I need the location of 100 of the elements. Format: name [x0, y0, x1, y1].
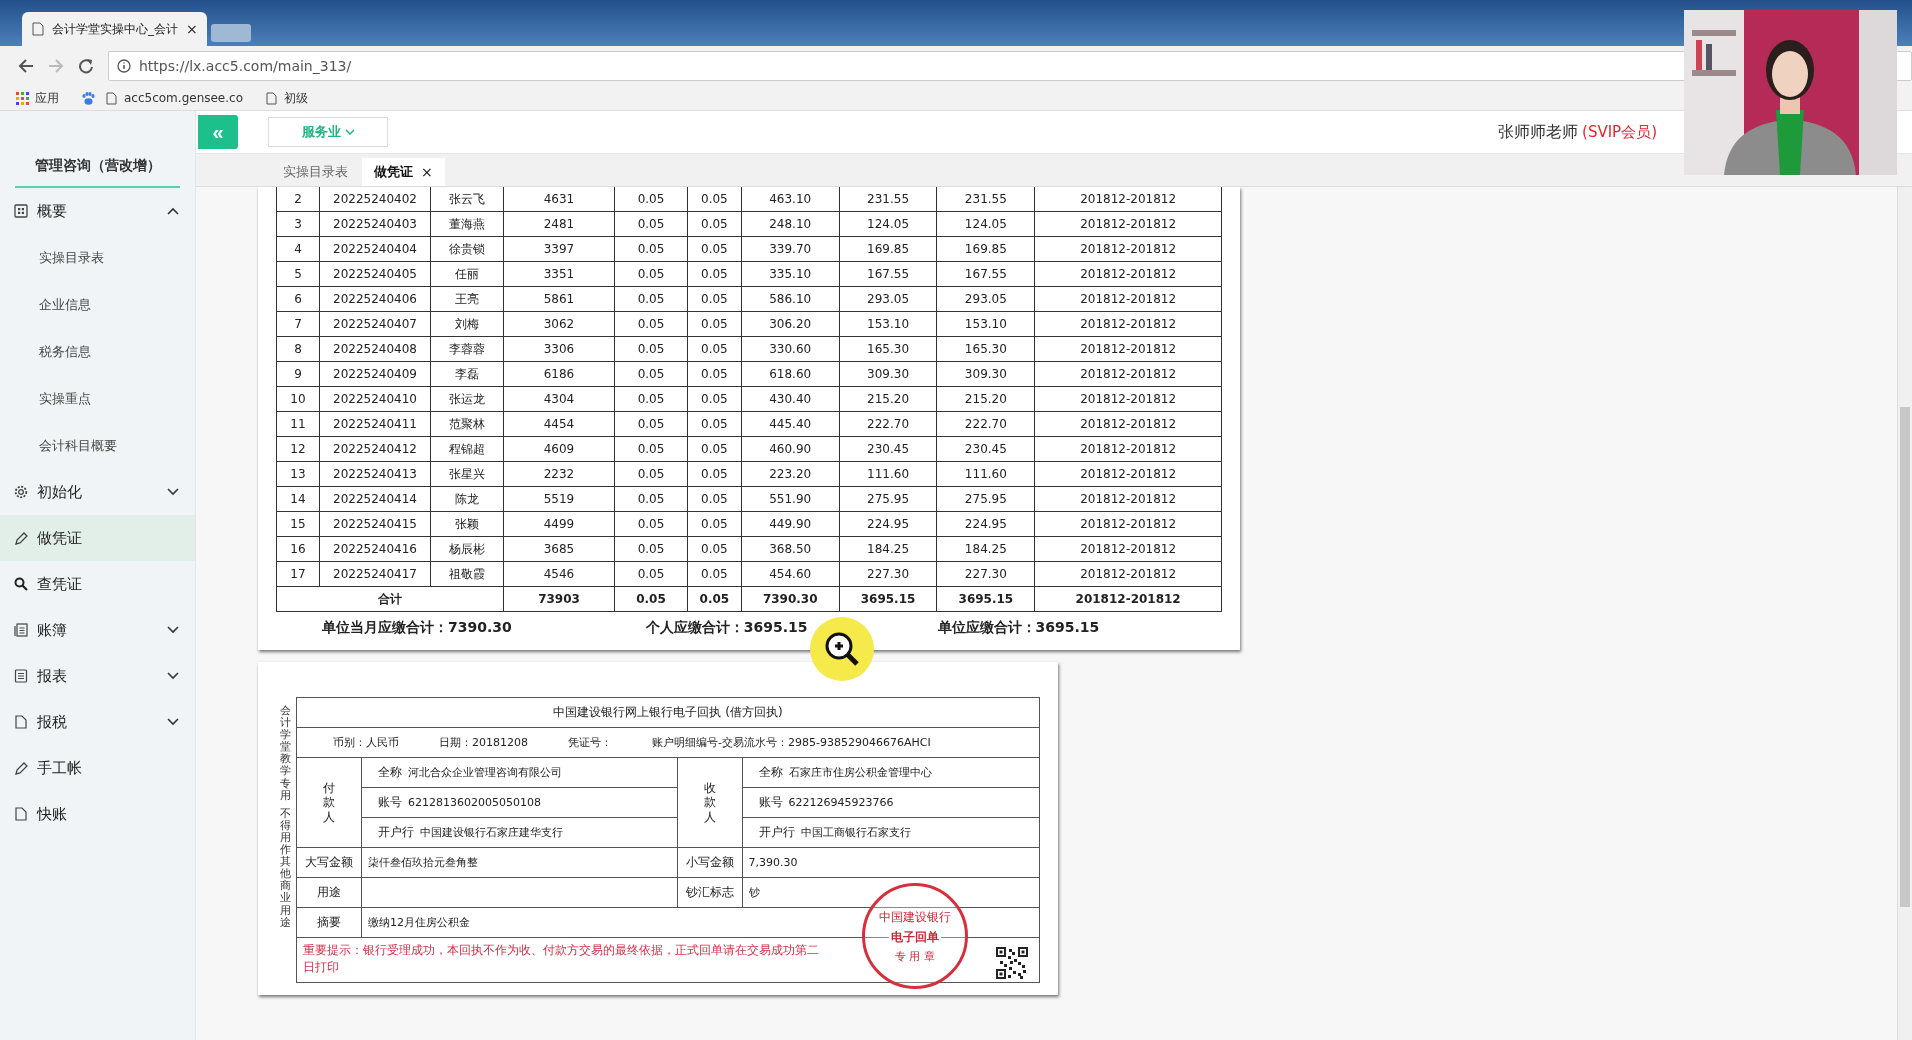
table-cell: 17	[276, 561, 320, 587]
sidebar-item[interactable]: 查凭证	[0, 561, 195, 607]
table-cell: 222.70	[936, 411, 1035, 437]
table-cell: 6186	[503, 361, 615, 387]
table-cell: 167.55	[839, 261, 937, 287]
sidebar-item[interactable]: 报表	[0, 653, 195, 699]
table-cell: 4454	[503, 411, 615, 437]
sidebar-item[interactable]: 做凭证	[0, 515, 195, 561]
table-cell: 201812-201812	[1034, 586, 1222, 612]
table-cell: 0.05	[614, 211, 688, 237]
field-label: 用途	[296, 877, 362, 908]
table-cell: 7	[276, 311, 320, 337]
tab[interactable]: 实操目录表	[271, 158, 360, 186]
reload-icon[interactable]	[78, 58, 94, 74]
table-cell: 0.05	[614, 311, 688, 337]
table-cell: 449.90	[741, 511, 840, 537]
table-cell: 201812-201812	[1034, 386, 1222, 412]
table-cell: 111.60	[936, 461, 1035, 487]
sidebar-item[interactable]: 报税	[0, 699, 195, 745]
table-cell: 0.05	[687, 187, 742, 212]
sidebar-subitem[interactable]: 实操重点	[0, 375, 195, 422]
table-cell: 3351	[503, 261, 615, 287]
table-cell: 合计	[276, 586, 504, 612]
paw-icon[interactable]	[81, 91, 95, 105]
sidebar-subitem[interactable]: 税务信息	[0, 328, 195, 375]
table-cell: 0.05	[687, 511, 742, 537]
table-cell: 0.05	[614, 486, 688, 512]
total-text: 个人应缴合计：3695.15	[645, 619, 808, 637]
seal-stamp: 中国建设银行 电子回单 专 用 章	[862, 883, 968, 989]
table-cell: 0.05	[687, 236, 742, 262]
close-tab-button[interactable]: ×	[186, 21, 198, 37]
table-cell: 2	[276, 187, 320, 212]
table-cell: 184.25	[839, 536, 937, 562]
sidebar-item[interactable]: 账簿	[0, 607, 195, 653]
table-cell: 11	[276, 411, 320, 437]
user-name: 张师师老师	[1498, 121, 1579, 141]
sidebar-subitem[interactable]: 企业信息	[0, 281, 195, 328]
sidebar-item[interactable]: 初始化	[0, 469, 195, 515]
table-cell: 张云飞	[430, 187, 504, 212]
field-value: 柒仟叁佰玖拾元叁角整	[361, 847, 678, 878]
page-icon	[32, 22, 44, 36]
scrollbar[interactable]	[1897, 187, 1912, 1040]
table-cell: 0.05	[614, 386, 688, 412]
table-cell: 20225240403	[319, 211, 431, 237]
table-cell: 8	[276, 336, 320, 362]
table-cell: 20225240406	[319, 286, 431, 312]
field-label: 全称	[758, 765, 783, 779]
table-cell: 165.30	[839, 336, 937, 362]
close-tab-button[interactable]: ×	[421, 164, 433, 180]
table-cell: 169.85	[839, 236, 937, 262]
sidebar-item[interactable]: 概要	[0, 188, 195, 234]
field-label: 摘要	[296, 907, 362, 938]
table-cell: 20225240405	[319, 261, 431, 287]
gear-icon	[14, 485, 28, 499]
table-cell: 201812-201812	[1034, 211, 1222, 237]
table-cell: 16	[276, 536, 320, 562]
sidebar-subitem[interactable]: 会计科目概要	[0, 422, 195, 469]
table-cell: 7390.30	[741, 586, 840, 612]
field-label: 大写金额	[296, 847, 362, 878]
bookmark[interactable]: 应用	[16, 89, 59, 107]
field-value: 中国工商银行石家支行	[800, 826, 911, 839]
side-note: 会计学堂教学专用	[279, 705, 291, 802]
table-cell: 0.05	[614, 561, 688, 587]
table-cell: 20225240414	[319, 486, 431, 512]
page-icon	[265, 91, 278, 105]
table-cell: 445.40	[741, 411, 840, 437]
table-cell: 0.05	[687, 311, 742, 337]
table-cell: 张运龙	[430, 386, 504, 412]
field-label: 账号	[378, 795, 402, 809]
sidebar-item[interactable]: 快账	[0, 791, 195, 837]
table-cell: 12	[276, 436, 320, 462]
table-cell: 张颖	[430, 511, 504, 537]
browser-tab[interactable]: 会计学堂实操中心_会计 ×	[22, 12, 207, 46]
table-cell: 20225240415	[319, 511, 431, 537]
table-cell: 0.05	[614, 436, 688, 462]
page-icon	[105, 91, 118, 105]
apps-icon	[16, 91, 29, 105]
table-cell: 184.25	[936, 536, 1035, 562]
table-cell: 201812-201812	[1034, 411, 1222, 437]
tab[interactable]: 做凭证 ×	[362, 158, 445, 186]
table-cell: 14	[276, 486, 320, 512]
table-cell: 0.05	[687, 286, 742, 312]
sidebar-subitem[interactable]: 实操目录表	[0, 234, 195, 281]
sidebar-item[interactable]: 手工帐	[0, 745, 195, 791]
table-cell: 3306	[503, 336, 615, 362]
book-icon	[14, 623, 28, 637]
back-icon[interactable]	[18, 58, 34, 74]
table-cell: 169.85	[936, 236, 1035, 262]
field-value: 石家庄市住房公积金管理中心	[788, 766, 932, 779]
table-cell: 224.95	[936, 511, 1035, 537]
table-cell: 4546	[503, 561, 615, 587]
table-cell: 330.60	[741, 336, 840, 362]
table-cell: 0.05	[687, 361, 742, 387]
bookmark[interactable]: acc5com.gensee.co	[105, 91, 243, 105]
bookmark[interactable]: 初级	[265, 89, 308, 107]
table-cell: 309.30	[839, 361, 937, 387]
table-cell: 73903	[503, 586, 615, 612]
table-cell: 165.30	[936, 336, 1035, 362]
field-value: 中国建设银行石家庄建华支行	[420, 826, 563, 839]
table-cell: 张星兴	[430, 461, 504, 487]
